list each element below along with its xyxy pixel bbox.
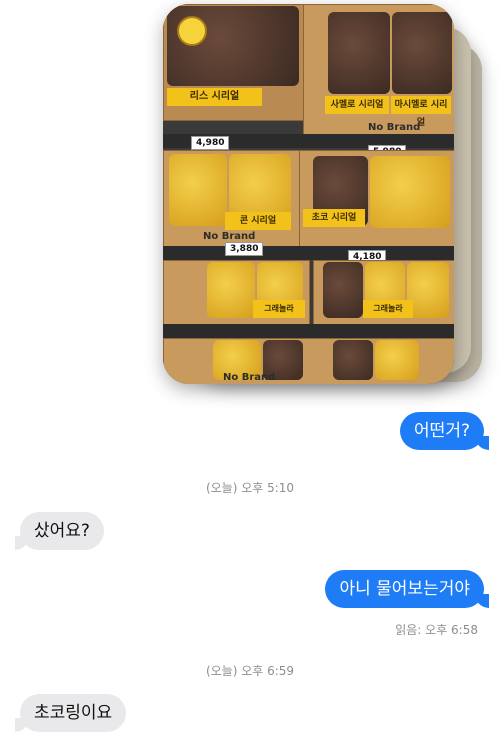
cereal-bag: [323, 262, 363, 318]
brand-label: No Brand: [203, 231, 256, 242]
cereal-bag: [407, 262, 449, 318]
cereal-bag: [392, 12, 452, 94]
message-bubble-received[interactable]: 샀어요?: [15, 512, 104, 550]
brand-logo-icon: [177, 16, 207, 46]
read-receipt: 읽음: 오후 6:58: [395, 623, 478, 637]
cereal-bag: [333, 340, 373, 380]
shelf-rail: [163, 324, 454, 338]
message-timestamp: (오늘) 오후 6:59: [205, 664, 295, 678]
cereal-bag: [328, 12, 390, 94]
shelf-rail: [163, 246, 454, 260]
cereal-bag: [370, 156, 450, 228]
price-tag: 3,880: [225, 242, 264, 256]
shelf-photo[interactable]: 리스 시리얼 사멜로 시리얼 마시멜로 시리얼 No Brand 4,980 5…: [163, 4, 454, 384]
brand-label: No Brand: [223, 372, 276, 383]
product-label: 그래놀라: [253, 300, 305, 318]
message-bubble-received[interactable]: 초코링이요: [14, 694, 127, 732]
message-bubble-sent[interactable]: 어떤거?: [400, 412, 489, 450]
message-timestamp: (오늘) 오후 5:10: [205, 481, 295, 495]
product-label: 마시멜로 시리얼: [391, 96, 451, 128]
brand-label: No Brand: [368, 122, 421, 133]
product-label: 그래놀라: [363, 300, 413, 318]
message-bubble-sent[interactable]: 아니 물어보는거야: [325, 570, 489, 608]
cereal-bag: [375, 340, 419, 380]
product-label: 콘 시리얼: [225, 212, 291, 230]
product-label: 초코 시리얼: [303, 209, 365, 227]
product-label: 사멜로 시리얼: [325, 96, 389, 114]
cereal-bag: [169, 154, 227, 226]
price-tag: 4,980: [191, 136, 230, 150]
cereal-bag: [207, 262, 255, 318]
product-label: 리스 시리얼: [167, 88, 262, 106]
